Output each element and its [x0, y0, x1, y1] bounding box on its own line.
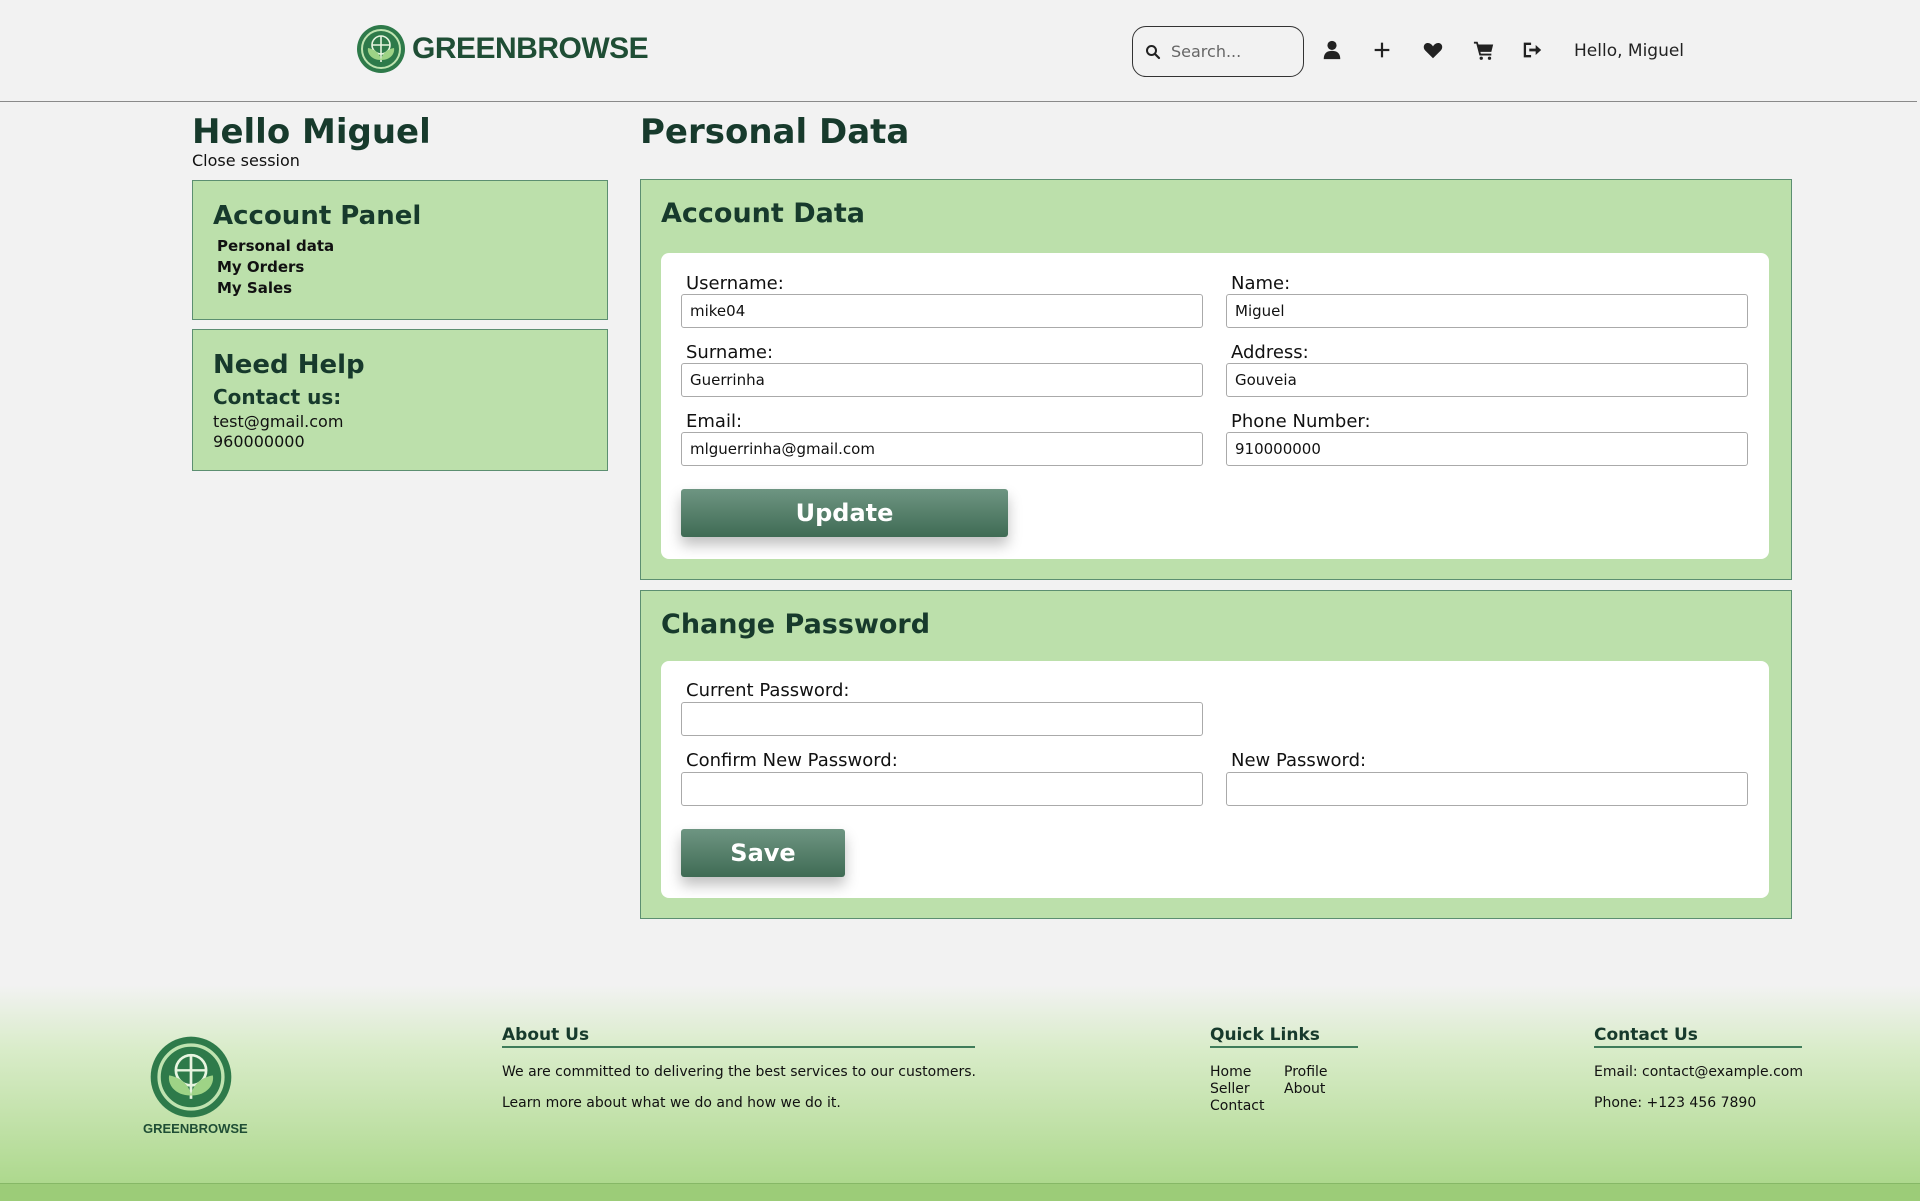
new-password-field[interactable]	[1226, 772, 1748, 806]
close-session-link[interactable]: Close session	[192, 151, 300, 170]
username-field[interactable]	[681, 294, 1203, 328]
page-title: Personal Data	[640, 112, 910, 152]
change-password-title: Change Password	[661, 609, 931, 640]
sidebar-item-my-orders[interactable]: My Orders	[217, 257, 334, 278]
footer-quick-links-title: Quick Links	[1210, 1025, 1358, 1048]
leaf-globe-icon	[357, 25, 405, 73]
footer-contact-phone: Phone: +123 456 7890	[1594, 1095, 1757, 1111]
header-greeting: Hello, Miguel	[1574, 41, 1685, 61]
footer-about-line1: We are committed to delivering the best …	[502, 1064, 976, 1080]
confirm-password-label: Confirm New Password:	[686, 750, 898, 771]
help-panel: Need Help Contact us: test@gmail.com 960…	[192, 329, 608, 471]
address-label: Address:	[1231, 342, 1309, 363]
footer-link-home[interactable]: Home	[1210, 1064, 1251, 1080]
account-data-title: Account Data	[661, 198, 865, 229]
confirm-password-field[interactable]	[681, 772, 1203, 806]
footer-link-seller[interactable]: Seller	[1210, 1081, 1250, 1097]
footer-contact-title: Contact Us	[1594, 1025, 1802, 1048]
change-password-section: Change Password Current Password: Confir…	[640, 590, 1792, 919]
user-icon[interactable]	[1320, 38, 1344, 62]
account-data-section: Account Data Username: Name: Surname: Ad…	[640, 179, 1792, 580]
footer-contact-email: Email: contact@example.com	[1594, 1064, 1804, 1080]
hello-heading: Hello Miguel	[192, 112, 431, 152]
search-icon[interactable]	[1145, 44, 1161, 60]
footer-link-profile[interactable]: Profile	[1284, 1064, 1328, 1080]
footer-link-about[interactable]: About	[1284, 1081, 1325, 1097]
footer-link-contact[interactable]: Contact	[1210, 1098, 1264, 1114]
help-panel-title: Need Help	[213, 350, 365, 380]
site-header: GREENBROWSE Hello, Miguel	[0, 0, 1917, 102]
current-password-field[interactable]	[681, 702, 1203, 736]
current-password-label: Current Password:	[686, 680, 850, 701]
help-phone: 960000000	[213, 432, 305, 451]
help-email: test@gmail.com	[213, 412, 344, 431]
plus-icon[interactable]	[1370, 38, 1394, 62]
name-field[interactable]	[1226, 294, 1748, 328]
logout-icon[interactable]	[1520, 38, 1544, 62]
footer-logo[interactable]: GREENBROWSE	[143, 1035, 248, 1136]
sidebar-item-personal-data[interactable]: Personal data	[217, 236, 334, 257]
update-button[interactable]: Update	[681, 489, 1008, 537]
heart-icon[interactable]	[1421, 38, 1445, 62]
surname-field[interactable]	[681, 363, 1203, 397]
account-panel: Account Panel Personal data My Orders My…	[192, 180, 608, 320]
phone-field[interactable]	[1226, 432, 1748, 466]
sidebar-item-my-sales[interactable]: My Sales	[217, 278, 334, 299]
footer-about-line2: Learn more about what we do and how we d…	[502, 1095, 841, 1111]
footer-bottom-bar	[0, 1183, 1920, 1201]
leaf-globe-icon	[150, 1036, 232, 1118]
account-panel-links: Personal data My Orders My Sales	[217, 236, 334, 299]
change-password-card: Current Password: Confirm New Password: …	[661, 661, 1769, 898]
cart-icon[interactable]	[1472, 38, 1496, 62]
account-data-card: Username: Name: Surname: Address: Email:…	[661, 253, 1769, 559]
new-password-label: New Password:	[1231, 750, 1367, 771]
surname-label: Surname:	[686, 342, 774, 363]
username-label: Username:	[686, 273, 784, 294]
email-label: Email:	[686, 411, 743, 432]
address-field[interactable]	[1226, 363, 1748, 397]
header-logo[interactable]: GREENBROWSE	[356, 24, 649, 74]
email-field[interactable]	[681, 432, 1203, 466]
footer-about-title: About Us	[502, 1025, 975, 1048]
search-input[interactable]	[1169, 41, 1293, 62]
footer-logo-text: GREENBROWSE	[143, 1121, 248, 1136]
name-label: Name:	[1231, 273, 1291, 294]
account-panel-title: Account Panel	[213, 201, 422, 231]
logo-text: GREENBROWSE	[412, 32, 649, 65]
site-footer	[0, 985, 1920, 1200]
search-box[interactable]	[1132, 26, 1304, 77]
save-button[interactable]: Save	[681, 829, 845, 877]
phone-label: Phone Number:	[1231, 411, 1371, 432]
help-contact-heading: Contact us:	[213, 385, 342, 409]
